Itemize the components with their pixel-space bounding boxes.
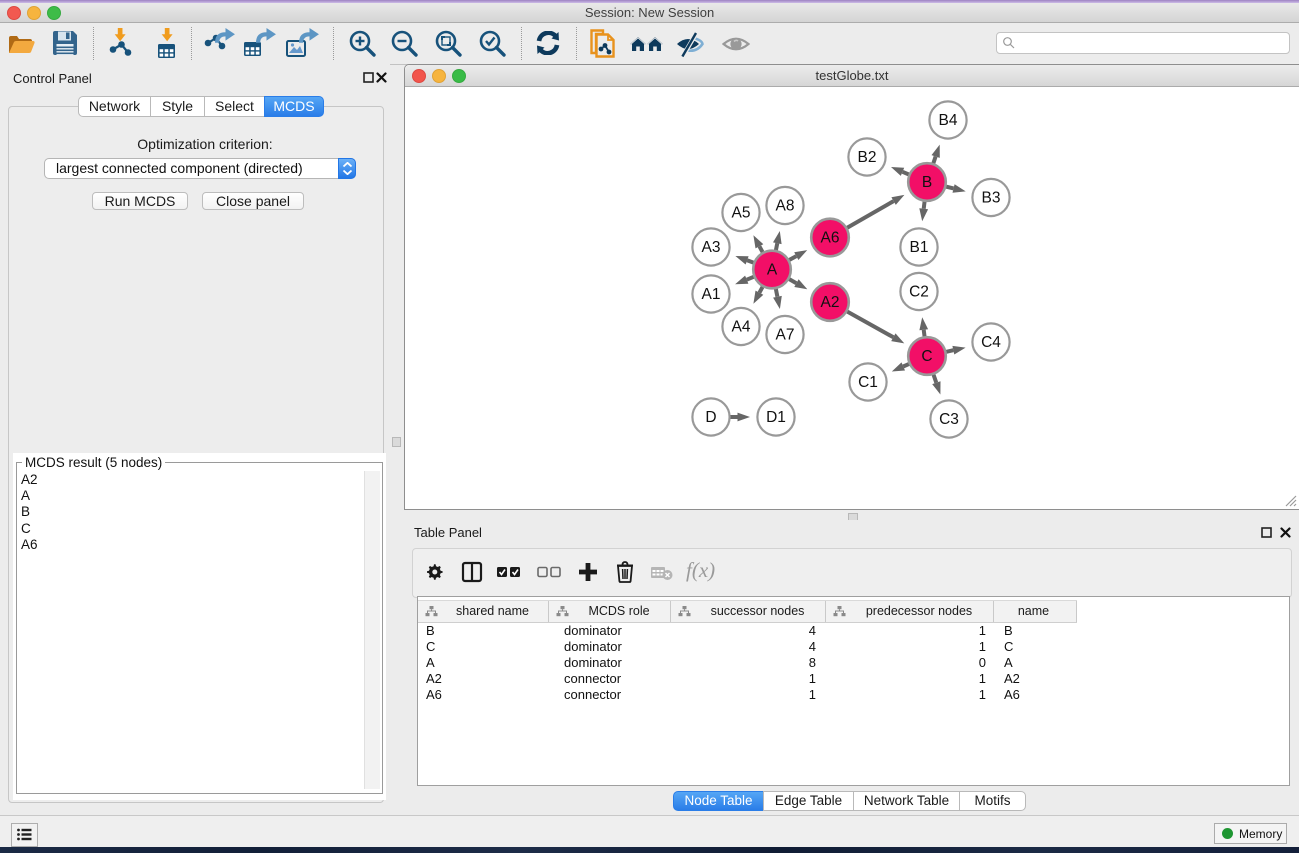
- svg-text:A5: A5: [732, 205, 751, 222]
- svg-text:A6: A6: [821, 230, 840, 247]
- svg-text:A4: A4: [732, 319, 751, 336]
- svg-text:C2: C2: [909, 284, 929, 301]
- svg-text:D1: D1: [766, 409, 786, 426]
- svg-text:C: C: [921, 348, 932, 365]
- svg-text:C1: C1: [858, 374, 878, 391]
- svg-text:A3: A3: [702, 239, 721, 256]
- svg-text:A8: A8: [776, 198, 795, 215]
- svg-text:B3: B3: [982, 190, 1001, 207]
- svg-text:C3: C3: [939, 411, 959, 428]
- svg-text:B2: B2: [858, 149, 877, 166]
- svg-text:B: B: [922, 174, 932, 191]
- svg-text:A7: A7: [776, 327, 795, 344]
- svg-text:B1: B1: [910, 239, 929, 256]
- svg-text:B4: B4: [939, 112, 958, 129]
- svg-text:A2: A2: [821, 294, 840, 311]
- svg-text:A: A: [767, 262, 778, 279]
- svg-text:C4: C4: [981, 334, 1001, 351]
- svg-text:D: D: [705, 409, 716, 426]
- svg-text:A1: A1: [702, 286, 721, 303]
